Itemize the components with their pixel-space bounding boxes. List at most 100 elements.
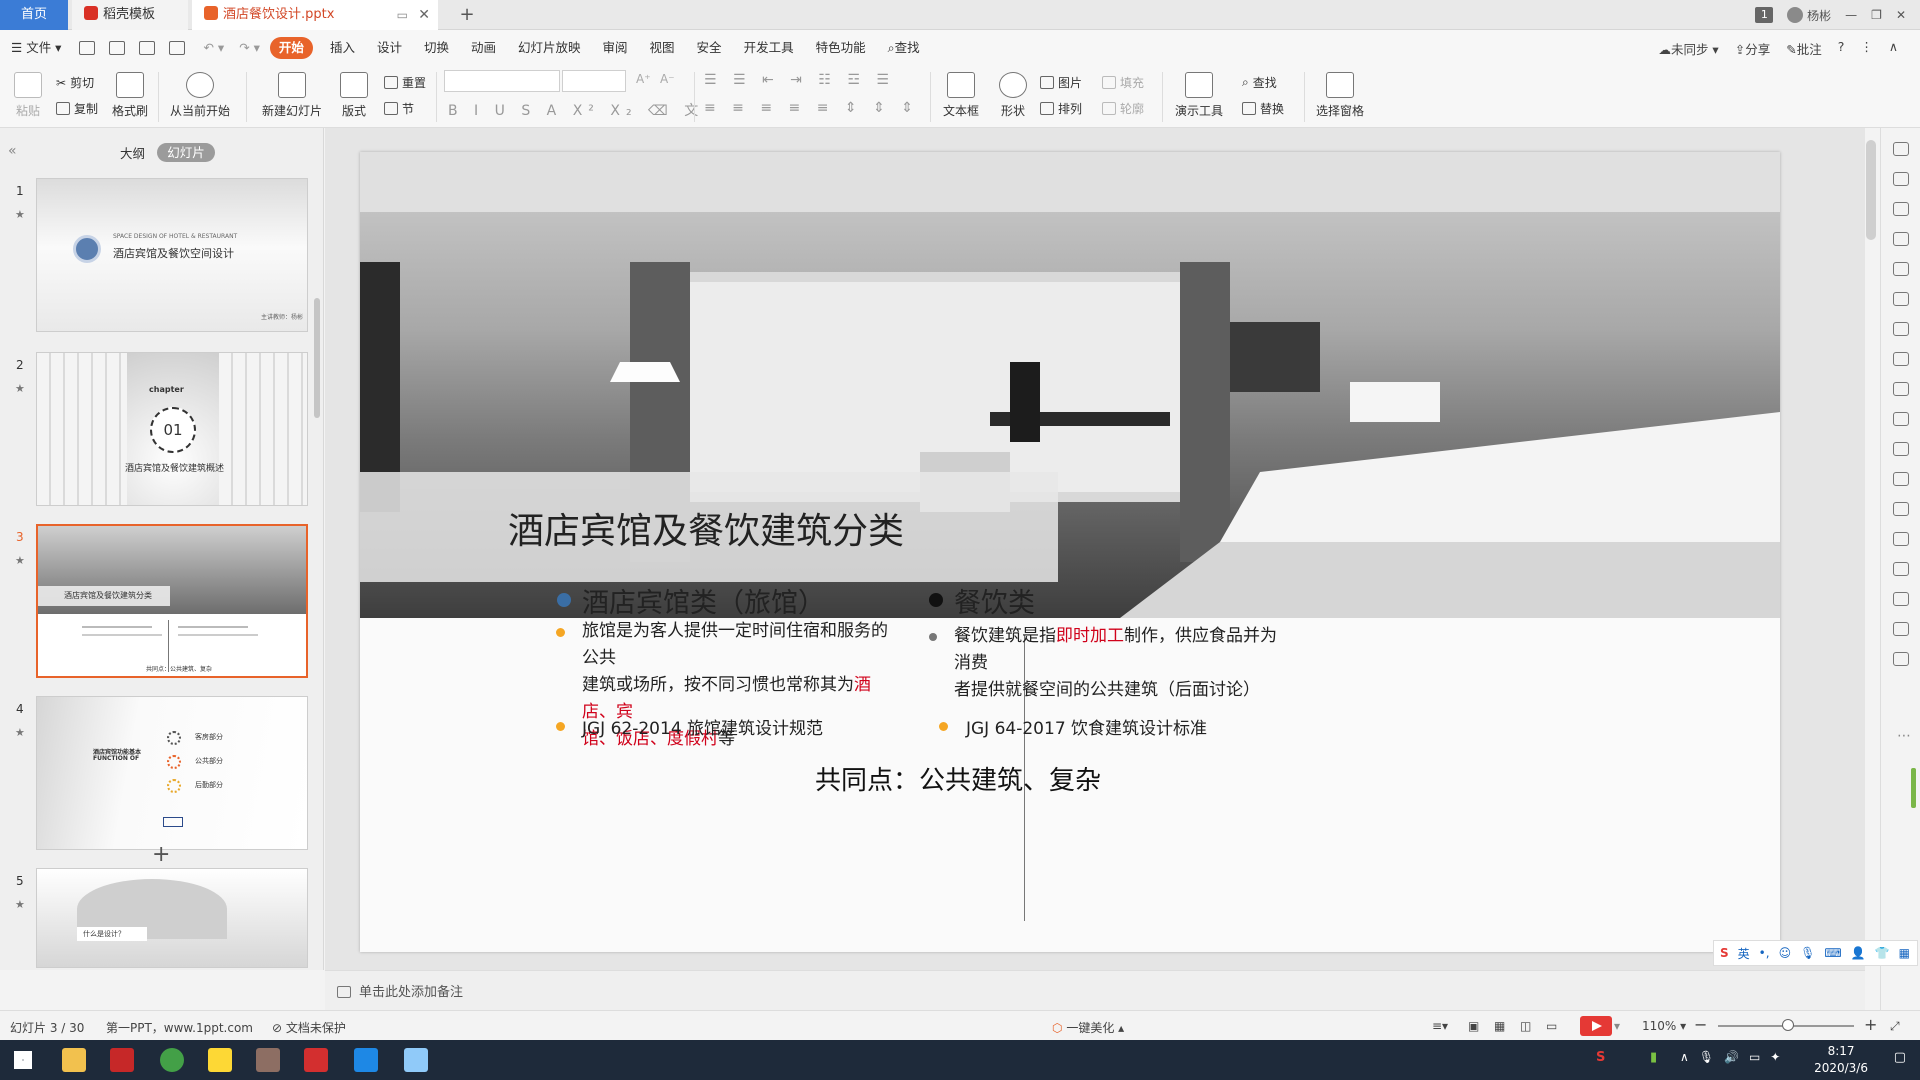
presenter-tools-button[interactable]: 演示工具 bbox=[1170, 72, 1228, 119]
selection-pane-button[interactable]: 选择窗格 bbox=[1312, 72, 1368, 119]
download-icon[interactable] bbox=[1893, 562, 1909, 576]
fit-window-icon[interactable]: ⤢ bbox=[1890, 1019, 1900, 1034]
copy-icon[interactable] bbox=[1893, 202, 1909, 216]
menu-tab-home[interactable]: 开始 bbox=[269, 37, 313, 59]
wps-icon[interactable] bbox=[304, 1048, 328, 1072]
paragraph-list-icons[interactable]: ☰ ☰ ⇤ ⇥ ☷ ☲ ☰ bbox=[704, 72, 895, 88]
notes-pane[interactable]: 单击此处添加备注 bbox=[325, 970, 1865, 1010]
browser-icon[interactable] bbox=[160, 1048, 184, 1072]
redo-icon[interactable]: ↷ ▾ bbox=[235, 30, 264, 66]
punctuation-icon[interactable]: •, bbox=[1759, 946, 1770, 960]
system-tray-icons[interactable]: ∧🎙🔊▭✦ bbox=[1680, 1050, 1790, 1064]
collapse-ribbon-icon[interactable]: ∧ bbox=[1889, 39, 1898, 58]
paragraph-align-icons[interactable]: ≡ ≡ ≡ ≡ ≡ ⇕ ⇕ ⇕ bbox=[704, 100, 919, 116]
thumbnail-scrollbar[interactable] bbox=[314, 298, 320, 418]
play-options-icon[interactable]: ▾ bbox=[1614, 1019, 1620, 1033]
history-icon[interactable] bbox=[1893, 592, 1909, 606]
menu-tab-view[interactable]: 视图 bbox=[639, 30, 686, 66]
export-pdf-icon[interactable] bbox=[109, 41, 126, 55]
tab-home[interactable]: 首页 bbox=[0, 0, 68, 30]
shapes-icon[interactable] bbox=[1893, 232, 1909, 246]
table-icon[interactable] bbox=[1893, 292, 1909, 306]
battery-tray-icon[interactable]: ▮ bbox=[1650, 1050, 1657, 1065]
left-standard[interactable]: JGJ 62-2014 旅馆建筑设计规范 bbox=[582, 714, 823, 739]
font-size-up-button[interactable]: A⁺ bbox=[636, 72, 651, 86]
more-icon[interactable]: ⋮ bbox=[1860, 39, 1873, 58]
zoom-in-button[interactable]: + bbox=[1864, 1015, 1877, 1034]
tab-docer-templates[interactable]: 稻壳模板 bbox=[72, 0, 188, 30]
arrange-button[interactable]: 排列 bbox=[1040, 100, 1082, 117]
right-paragraph[interactable]: 餐饮建筑是指即时加工制作，供应食品并为消费 者提供就餐空间的公共建筑（后面讨论） bbox=[954, 623, 1284, 704]
presenter-view-icon[interactable]: ▭ bbox=[1546, 1019, 1557, 1033]
right-heading[interactable]: 餐饮类 bbox=[954, 581, 1035, 620]
tab-document[interactable]: 酒店餐饮设计.pptx ▭ ✕ bbox=[192, 0, 438, 30]
zoom-slider-knob[interactable] bbox=[1782, 1019, 1794, 1031]
grid-icon[interactable] bbox=[1893, 322, 1909, 336]
save-icon[interactable] bbox=[79, 41, 96, 55]
print-icon[interactable] bbox=[139, 41, 156, 55]
file-explorer-icon[interactable] bbox=[62, 1048, 86, 1072]
comment-button[interactable]: ✎批注 bbox=[1786, 39, 1822, 58]
user-icon[interactable]: 👤 bbox=[1851, 946, 1866, 960]
share-button[interactable]: ⇪分享 bbox=[1735, 39, 1771, 58]
copy-button[interactable]: 复制 bbox=[56, 100, 98, 117]
common-summary[interactable]: 共同点：公共建筑、复杂 bbox=[815, 760, 1101, 797]
menu-tab-review[interactable]: 审阅 bbox=[592, 30, 639, 66]
app-icon[interactable] bbox=[256, 1048, 280, 1072]
fill-button[interactable]: 填充 bbox=[1102, 74, 1144, 91]
location-icon[interactable] bbox=[1893, 262, 1909, 276]
play-from-current-button[interactable]: 从当前开始 bbox=[166, 72, 234, 119]
clock[interactable]: 8:17 2020/3/6 bbox=[1814, 1040, 1868, 1080]
notification-icon[interactable]: ▢ bbox=[1894, 1050, 1906, 1065]
textbox-button[interactable]: 文本框 bbox=[938, 72, 984, 119]
print-preview-icon[interactable] bbox=[169, 41, 186, 55]
menu-tab-animations[interactable]: 动画 bbox=[460, 30, 507, 66]
cut-button[interactable]: ✂ 剪切 bbox=[56, 74, 94, 91]
right-standard[interactable]: JGJ 64-2017 饮食建筑设计标准 bbox=[966, 714, 1207, 739]
font-size-select[interactable] bbox=[562, 70, 626, 92]
tab-outline[interactable]: 大纲 bbox=[120, 143, 145, 162]
replace-button[interactable]: 替换 bbox=[1242, 100, 1284, 117]
app-icon[interactable] bbox=[404, 1048, 428, 1072]
new-tab-button[interactable]: + bbox=[454, 0, 480, 30]
slide-thumbnail-1[interactable]: SPACE DESIGN OF HOTEL & RESTAURANT 酒店宾馆及… bbox=[36, 178, 308, 332]
zoom-level[interactable]: 110% ▾ bbox=[1642, 1019, 1686, 1033]
app-icon[interactable] bbox=[110, 1048, 134, 1072]
undo-icon[interactable]: ↶ ▾ bbox=[192, 30, 235, 66]
keyboard-icon[interactable]: ⌨ bbox=[1824, 946, 1841, 960]
reset-button[interactable]: 重置 bbox=[384, 74, 426, 91]
menu-tab-features[interactable]: 特色功能 bbox=[805, 30, 877, 66]
canvas-scrollbar[interactable] bbox=[1866, 140, 1876, 240]
shirt-icon[interactable]: 👕 bbox=[1875, 946, 1890, 960]
window-mode-icon[interactable]: ▭ bbox=[397, 0, 408, 30]
help-button[interactable]: ? bbox=[1838, 39, 1845, 58]
slide-thumbnail-4[interactable]: 酒店宾馆功能基本 FUNCTION OF 客房部分 公共部分 后勤部分 bbox=[36, 696, 308, 850]
sync-button[interactable]: ☁未同步 ▾ bbox=[1658, 39, 1718, 58]
font-family-select[interactable] bbox=[444, 70, 560, 92]
reading-view-icon[interactable]: ◫ bbox=[1520, 1019, 1531, 1033]
normal-view-icon[interactable]: ▣ bbox=[1468, 1019, 1479, 1033]
app-icon[interactable] bbox=[208, 1048, 232, 1072]
layout-button[interactable]: 版式 bbox=[336, 72, 372, 119]
menu-tab-developer[interactable]: 开发工具 bbox=[733, 30, 805, 66]
archive-icon[interactable] bbox=[1893, 472, 1909, 486]
mic-icon[interactable]: 🎙 bbox=[1800, 946, 1815, 960]
notes-toggle-icon[interactable]: ≡▾ bbox=[1432, 1019, 1448, 1033]
minimize-icon[interactable]: — bbox=[1845, 8, 1857, 22]
menu-tab-security[interactable]: 安全 bbox=[686, 30, 733, 66]
ime-toolbar[interactable]: S 英 •, ☺ 🎙 ⌨ 👤 👕 ▦ bbox=[1713, 940, 1918, 966]
slideshow-play-button[interactable] bbox=[1580, 1016, 1612, 1036]
font-size-down-button[interactable]: A⁻ bbox=[660, 72, 675, 86]
shape-button[interactable]: 形状 bbox=[994, 72, 1032, 119]
more-icon[interactable]: ⋯ bbox=[1897, 728, 1911, 744]
file-menu[interactable]: ☰ 文件 ▾ bbox=[0, 30, 72, 66]
speaker-icon[interactable] bbox=[1893, 532, 1909, 546]
find-button[interactable]: ⌕ 查找 bbox=[1242, 74, 1277, 91]
tool-icon[interactable] bbox=[1893, 142, 1909, 156]
grid-icon[interactable]: ▦ bbox=[1899, 946, 1910, 960]
menu-tab-slideshow[interactable]: 幻灯片放映 bbox=[507, 30, 592, 66]
menu-search[interactable]: ⌕查找 bbox=[877, 30, 931, 66]
slide-thumbnail-3[interactable]: 酒店宾馆及餐饮建筑分类 共同点：公共建筑、复杂 bbox=[36, 524, 308, 678]
menu-tab-transitions[interactable]: 切换 bbox=[413, 30, 460, 66]
box-icon[interactable] bbox=[1893, 652, 1909, 666]
